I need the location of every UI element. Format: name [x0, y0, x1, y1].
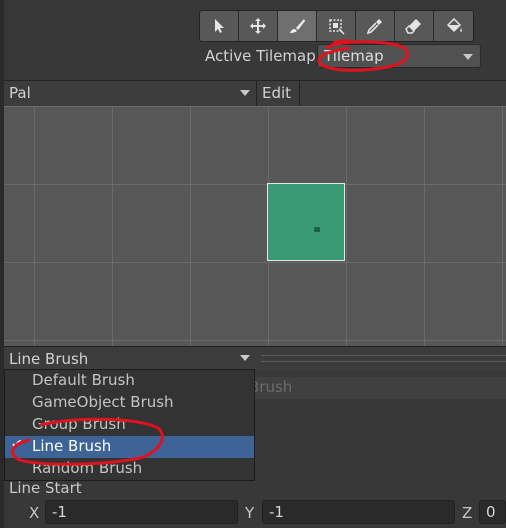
line-start-label: Line Start [9, 479, 82, 497]
brush-bar: Line Brush [4, 346, 506, 370]
x-value: -1 [52, 503, 67, 521]
palette-bar: Pal Edit [4, 80, 506, 107]
move-arrows-icon [250, 18, 266, 34]
brush-option-label: Group Brush [32, 415, 126, 433]
chevron-down-icon [240, 90, 250, 96]
brush-inspector-title: Brush [249, 378, 293, 396]
flood-fill-tool-button[interactable] [434, 11, 473, 41]
select-tool-button[interactable] [200, 11, 239, 41]
z-field[interactable]: 0 [479, 500, 506, 524]
brush-dropdown-menu: Default Brush GameObject Brush Group Bru… [4, 369, 255, 481]
move-tool-button[interactable] [239, 11, 278, 41]
tool-palette-toolbar [199, 10, 474, 42]
panel-splitter[interactable] [261, 355, 506, 362]
picker-tool-button[interactable] [356, 11, 395, 41]
brush-option-label: Line Brush [32, 437, 112, 455]
palette-tile[interactable] [267, 183, 345, 261]
brush-option-group[interactable]: Group Brush [5, 414, 254, 436]
x-field[interactable]: -1 [45, 500, 238, 524]
arrow-cursor-icon [215, 19, 224, 33]
brush-dropdown[interactable]: Line Brush [4, 347, 256, 370]
eraser-icon [405, 19, 421, 34]
brush-option-default[interactable]: Default Brush [5, 370, 254, 392]
brush-option-random[interactable]: Random Brush [5, 458, 254, 480]
box-select-icon [329, 19, 345, 35]
edit-palette-button[interactable]: Edit [257, 81, 300, 106]
paintbrush-icon [290, 19, 305, 33]
z-value: 0 [486, 503, 496, 521]
active-tilemap-dropdown[interactable]: Tilemap [317, 44, 481, 68]
edit-label: Edit [262, 84, 292, 102]
z-label: Z [462, 504, 473, 522]
palette-grid-view[interactable] [4, 106, 506, 346]
brush-option-label: Random Brush [32, 459, 143, 477]
eyedropper-icon [366, 19, 382, 35]
brush-option-label: GameObject Brush [32, 393, 174, 411]
brush-option-gameobject[interactable]: GameObject Brush [5, 392, 254, 414]
palette-value: Pal [9, 84, 31, 102]
palette-dropdown[interactable]: Pal [4, 81, 257, 106]
active-tilemap-label: Active Tilemap [205, 47, 316, 65]
chevron-down-icon [463, 54, 473, 60]
y-value: -1 [269, 503, 284, 521]
brush-option-label: Default Brush [32, 371, 135, 389]
box-fill-tool-button[interactable] [317, 11, 356, 41]
checkmark-icon: ✔ [11, 437, 23, 453]
tile-sprite-detail [314, 227, 320, 232]
active-tilemap-value: Tilemap [324, 47, 384, 65]
paint-brush-tool-button[interactable] [278, 11, 317, 41]
eraser-tool-button[interactable] [395, 11, 434, 41]
y-field[interactable]: -1 [262, 500, 455, 524]
brush-value: Line Brush [9, 350, 89, 368]
x-label: X [29, 504, 40, 522]
brush-option-line[interactable]: ✔ Line Brush [5, 436, 254, 458]
y-label: Y [245, 504, 255, 522]
paint-bucket-icon [446, 17, 462, 33]
chevron-down-icon [240, 355, 250, 361]
